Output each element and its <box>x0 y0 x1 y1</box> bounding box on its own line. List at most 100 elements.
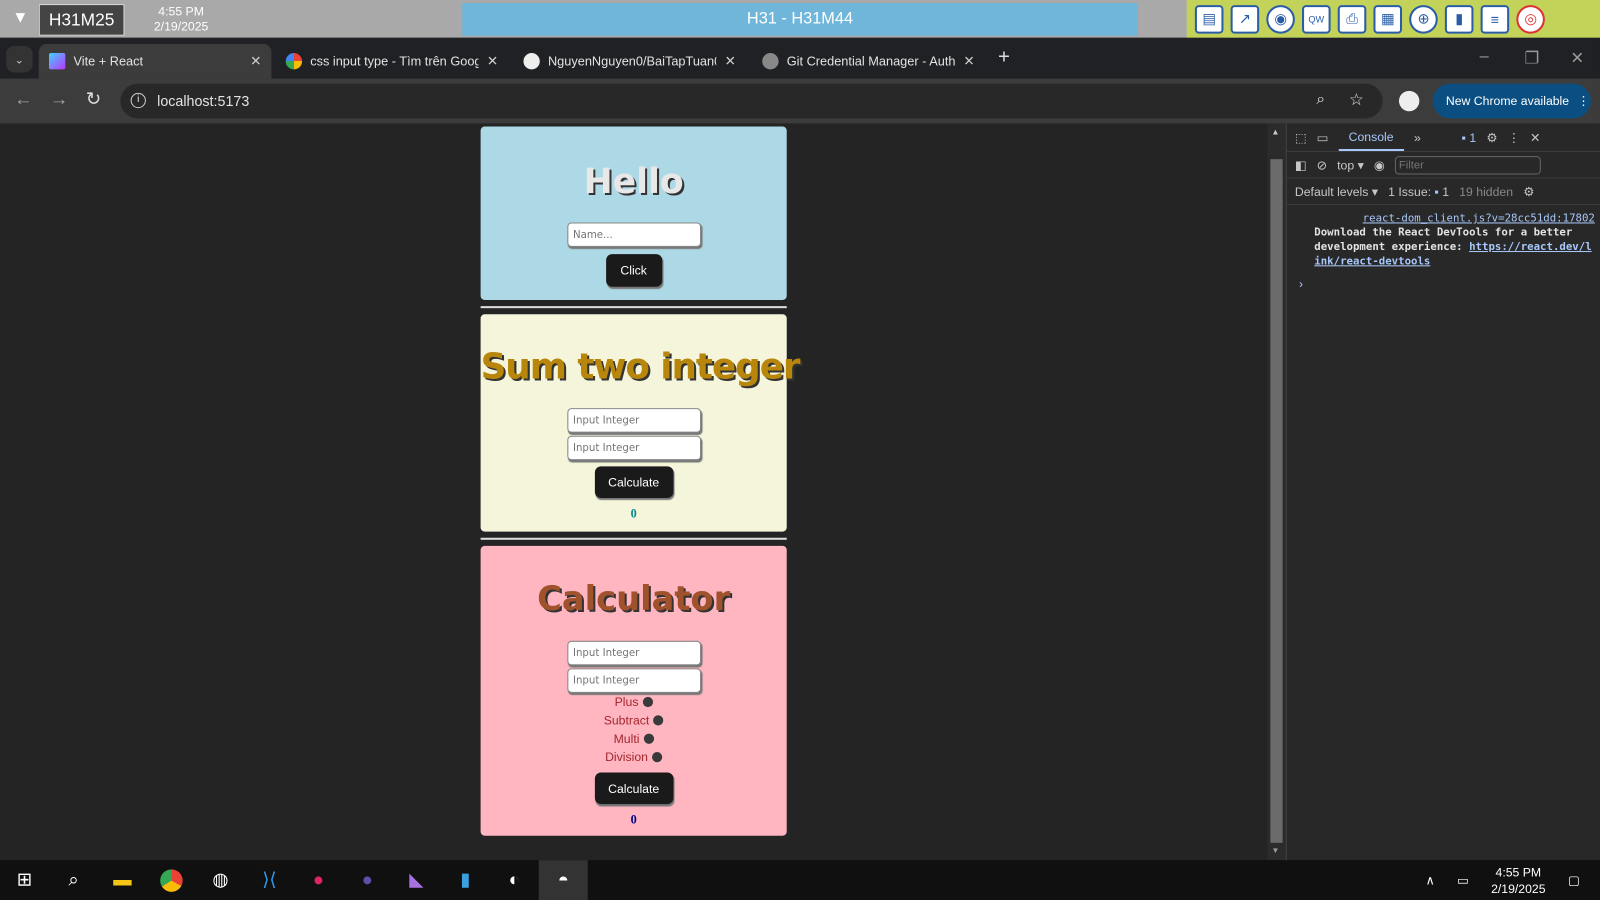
tab-search-button[interactable]: ⌄ <box>6 45 33 73</box>
click-button[interactable]: Click <box>605 254 662 287</box>
settings-icon[interactable]: ⚙ <box>1486 130 1497 144</box>
remote-clock: 4:55 PM 2/19/2025 <box>133 4 230 35</box>
profile-icon[interactable] <box>1398 90 1420 112</box>
tab-console[interactable]: Console <box>1338 123 1404 152</box>
taskbar: ⊞ ⌕ ▬ ◍ ⟩⟨ ● ● ◣ ▮ ◐ ◓ ∧ ▭ 4:55 PM 2/19/2… <box>0 860 1600 900</box>
tray-chevron-icon[interactable]: ∧ <box>1426 873 1435 887</box>
device-toolbar-icon[interactable]: ▭ <box>1317 130 1329 144</box>
calc-input-2[interactable] <box>566 668 701 693</box>
tab-github[interactable]: NguyenNguyen0/BaiTapTuan02 ✕ <box>513 44 746 79</box>
network-icon[interactable]: ▭ <box>1457 873 1469 887</box>
radio-subtract[interactable]: Subtract <box>481 711 787 729</box>
clear-console-icon[interactable]: ⊘ <box>1317 158 1327 172</box>
context-selector[interactable]: top ▾ <box>1337 158 1364 172</box>
bookmark-star-icon[interactable]: ☆ <box>1349 90 1364 110</box>
keyboard-icon[interactable]: QW <box>1302 4 1331 34</box>
tab-google-search[interactable]: css input type - Tìm trên Google ✕ <box>276 44 509 79</box>
tab-label: css input type - Tìm trên Google <box>310 54 479 69</box>
devtools-panel: ⬚ ▭ Console » ▪ 1 ⚙ ⋮ ✕ ◧ ⊘ top ▾ ◉ Defa… <box>1285 123 1600 861</box>
divider <box>480 537 787 540</box>
page-scrollbar[interactable]: ▲ ▼ <box>1267 123 1286 861</box>
radio-plus[interactable]: Plus <box>481 693 787 711</box>
tab-vite-react[interactable]: Vite + React ✕ <box>38 43 272 79</box>
close-window-button[interactable]: ✕ <box>1570 48 1584 68</box>
back-button[interactable]: ← <box>14 89 32 110</box>
forward-button[interactable]: → <box>50 89 68 110</box>
radio-button[interactable] <box>643 733 654 744</box>
eclipse-icon[interactable]: ● <box>343 860 392 900</box>
scroll-down-arrow[interactable]: ▼ <box>1271 846 1279 855</box>
issues-badge[interactable]: ▪ 1 <box>1462 130 1477 144</box>
console-settings-icon[interactable]: ⚙ <box>1523 184 1534 198</box>
calc-calculate-button[interactable]: Calculate <box>594 772 673 805</box>
reload-button[interactable]: ↻ <box>86 89 101 110</box>
visual-studio-icon[interactable]: ◣ <box>392 860 441 900</box>
inspect-element-icon[interactable]: ⬚ <box>1295 130 1307 144</box>
close-tab-icon[interactable]: ✕ <box>487 53 498 69</box>
sum-calculate-button[interactable]: Calculate <box>594 466 673 498</box>
globe-icon[interactable]: ⊕ <box>1409 4 1438 34</box>
book-icon[interactable]: ▮ <box>1444 4 1474 34</box>
issue-icon: ▪ <box>1434 184 1439 199</box>
live-expression-eye-icon[interactable]: ◉ <box>1374 158 1385 172</box>
remote-toolbar: ▤ ↗ ◉ QW ⎙ ▦ ⊕ ▮ ≡ ◎ <box>1186 0 1600 38</box>
calculator-card: Calculator Plus Subtract Multi Division … <box>480 545 787 836</box>
close-devtools-icon[interactable]: ✕ <box>1530 130 1540 144</box>
lifebuoy-icon[interactable]: ◎ <box>1516 4 1545 34</box>
disc-icon[interactable]: ◉ <box>1266 4 1295 34</box>
console-filter-input[interactable] <box>1394 155 1541 174</box>
chrome-icon[interactable] <box>147 860 196 900</box>
sum-input-2[interactable] <box>566 435 701 461</box>
windows-start-icon[interactable]: ⊞ <box>0 860 49 900</box>
calc-input-1[interactable] <box>566 640 701 666</box>
more-tabs-icon[interactable]: » <box>1414 130 1421 144</box>
more-options-icon[interactable]: ⋮ <box>1508 130 1520 144</box>
remote-desktop-icon[interactable]: ◓ <box>538 860 588 900</box>
vscode-icon[interactable]: ⟩⟨ <box>245 860 294 900</box>
chart-icon[interactable]: ↗ <box>1230 4 1260 34</box>
scrollbar-thumb[interactable] <box>1270 159 1283 843</box>
new-chrome-available-button[interactable]: New Chrome available ⋮ <box>1432 83 1591 119</box>
zoom-icon[interactable]: ⌕ <box>1316 91 1325 108</box>
sum-result: 0 <box>630 506 637 521</box>
close-tab-icon[interactable]: ✕ <box>725 53 736 69</box>
server-icon[interactable]: ▤ <box>1194 4 1224 34</box>
notification-icon[interactable]: ▢ <box>1568 873 1580 887</box>
taskbar-clock[interactable]: 4:55 PM 2/19/2025 <box>1491 864 1545 897</box>
window-icon[interactable]: ▦ <box>1373 4 1403 34</box>
app-icon[interactable]: ▮ <box>441 860 490 900</box>
close-tab-icon[interactable]: ✕ <box>963 53 974 69</box>
paint-icon[interactable]: ◐ <box>490 860 539 900</box>
levels-dropdown[interactable]: Default levels ▾ <box>1295 184 1378 198</box>
log-source-link[interactable]: react-dom_client.js?v=28cc51dd:17802 <box>1363 212 1595 224</box>
minimize-button[interactable]: – <box>1480 48 1489 66</box>
levels-label: Default levels <box>1294 184 1369 199</box>
tab-git-credential[interactable]: Git Credential Manager - Authe ✕ <box>752 44 985 79</box>
chat-icon[interactable]: ≡ <box>1480 4 1510 34</box>
new-tab-button[interactable]: + <box>998 46 1010 69</box>
app-icon[interactable]: ● <box>294 860 343 900</box>
pin-icon[interactable]: ▼ <box>12 9 28 27</box>
radio-button[interactable] <box>642 696 653 708</box>
host-name[interactable]: H31M25 <box>38 4 125 36</box>
close-tab-icon[interactable]: ✕ <box>250 53 261 69</box>
menu-icon[interactable]: ⋮ <box>1577 94 1589 108</box>
sum-input-1[interactable] <box>566 408 701 433</box>
restore-button[interactable]: ❐ <box>1524 48 1539 68</box>
radio-button[interactable] <box>652 752 663 763</box>
printer-icon[interactable]: ⎙ <box>1337 4 1367 34</box>
hello-title: Hello <box>583 161 684 203</box>
radio-button[interactable] <box>653 715 664 726</box>
name-input[interactable] <box>566 222 701 247</box>
radio-division[interactable]: Division <box>481 748 787 766</box>
radio-multi[interactable]: Multi <box>481 730 787 748</box>
file-explorer-icon[interactable]: ▬ <box>98 860 147 900</box>
url-input[interactable]: i localhost:5173 ⌕ ☆ <box>120 83 1383 119</box>
issues-link[interactable]: 1 Issue: ▪ 1 <box>1388 184 1449 198</box>
console-prompt-icon[interactable]: › <box>1299 277 1303 291</box>
sidebar-toggle-icon[interactable]: ◧ <box>1295 158 1307 172</box>
search-icon[interactable]: ⌕ <box>49 860 98 900</box>
site-info-icon[interactable]: i <box>130 92 146 109</box>
scroll-up-arrow[interactable]: ▲ <box>1271 128 1279 137</box>
app-icon[interactable]: ◍ <box>196 860 245 900</box>
